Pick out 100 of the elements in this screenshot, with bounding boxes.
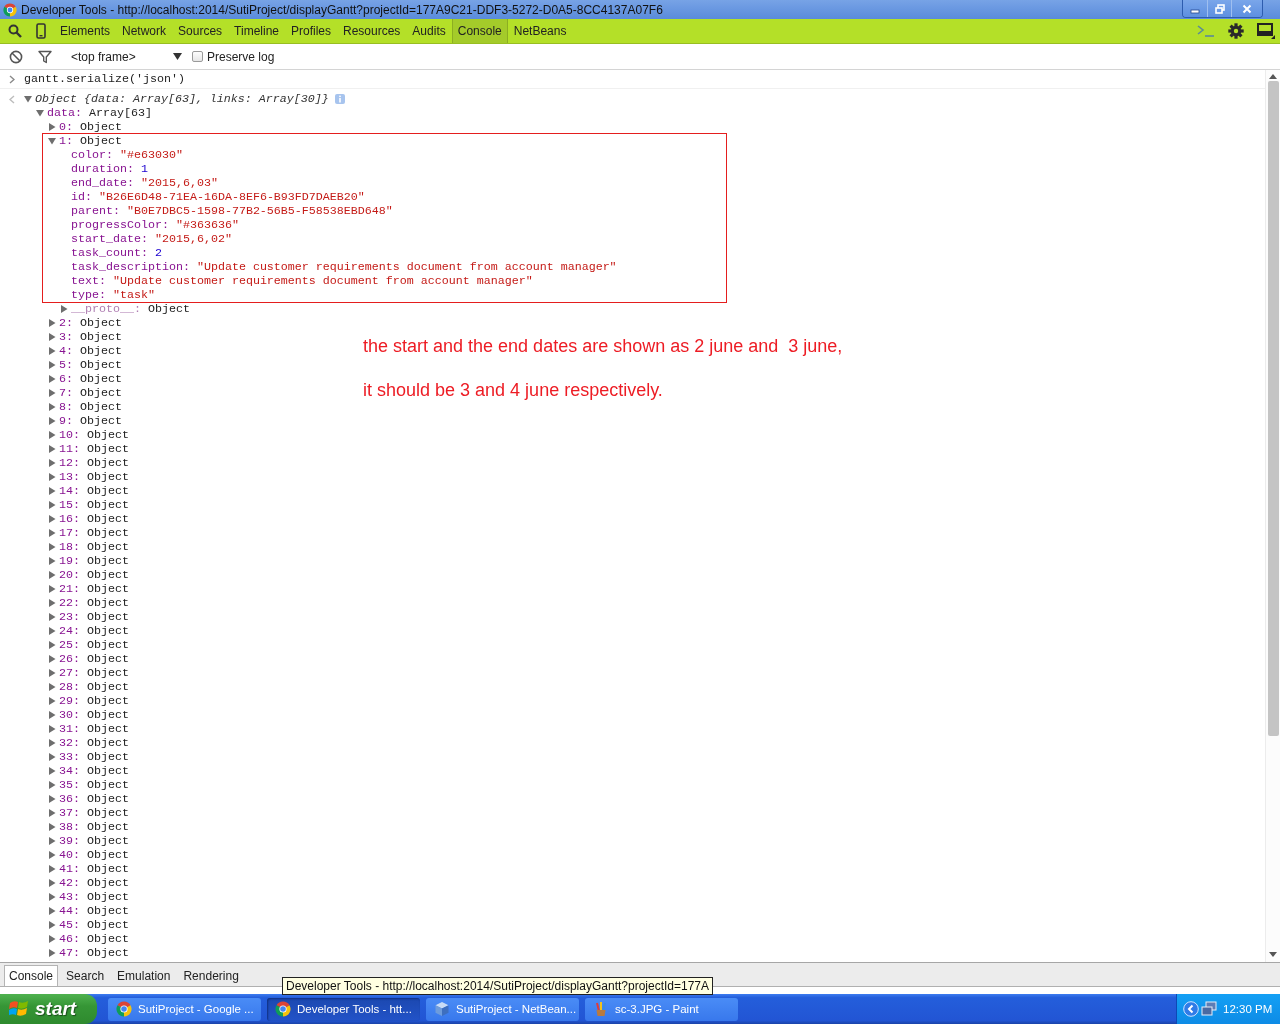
clear-icon[interactable]	[9, 49, 23, 64]
panel-tab[interactable]: Console	[451, 19, 508, 43]
disclosure-triangle-icon[interactable]	[48, 767, 56, 775]
disclosure-triangle-icon[interactable]	[48, 641, 56, 649]
disclosure-triangle-icon[interactable]	[48, 599, 56, 607]
disclosure-triangle-icon[interactable]	[48, 319, 56, 327]
disclosure-triangle-icon[interactable]	[48, 739, 56, 747]
disclosure-triangle-icon[interactable]	[48, 445, 56, 453]
disclosure-triangle-icon[interactable]	[48, 893, 56, 901]
disclosure-triangle-icon[interactable]	[48, 459, 56, 467]
disclosure-triangle-icon[interactable]	[48, 865, 56, 873]
taskbar-button[interactable]: Developer Tools - htt...	[267, 997, 420, 1021]
scroll-down-arrow-icon[interactable]	[1269, 952, 1277, 957]
property-key: 35:	[59, 778, 80, 792]
panel-tab[interactable]: NetBeans	[507, 19, 573, 43]
property-value: Object	[80, 120, 122, 134]
disclosure-triangle-icon[interactable]	[48, 921, 56, 929]
disclosure-triangle-icon[interactable]	[48, 571, 56, 579]
property-key: 11:	[59, 442, 80, 456]
panel-tab[interactable]: Profiles	[285, 19, 337, 43]
disclosure-triangle-icon[interactable]	[48, 627, 56, 635]
disclosure-triangle-icon[interactable]	[48, 123, 56, 131]
phone-icon[interactable]	[36, 23, 46, 39]
network-icon[interactable]	[1201, 1001, 1217, 1017]
panel-tab[interactable]: Resources	[337, 19, 407, 43]
property-value: Object	[87, 568, 129, 582]
frame-selector[interactable]: <top frame>	[65, 46, 186, 67]
property-key: start_date:	[71, 232, 148, 246]
disclosure-triangle-icon[interactable]	[48, 697, 56, 705]
panel-tab[interactable]: Audits	[406, 19, 452, 43]
disclosure-triangle-icon[interactable]	[48, 809, 56, 817]
disclosure-triangle-icon[interactable]	[48, 473, 56, 481]
disclosure-triangle-icon[interactable]	[48, 753, 56, 761]
disclosure-triangle-icon[interactable]	[48, 501, 56, 509]
disclosure-triangle-icon[interactable]	[48, 543, 56, 551]
disclosure-triangle-icon[interactable]	[48, 347, 56, 355]
taskbar-button[interactable]: SutiProject - Google ...	[108, 997, 261, 1021]
disclosure-triangle-icon[interactable]	[48, 403, 56, 411]
filter-icon[interactable]	[38, 49, 52, 64]
disclosure-triangle-icon[interactable]	[48, 529, 56, 537]
disclosure-triangle-icon[interactable]	[48, 879, 56, 887]
disclosure-triangle-icon[interactable]	[48, 137, 56, 145]
scroll-up-arrow-icon[interactable]	[1269, 74, 1277, 79]
disclosure-triangle-icon[interactable]	[48, 431, 56, 439]
panel-tab[interactable]: Elements	[54, 19, 117, 43]
annotation-note: it should be 3 and 4 june respectively.	[363, 379, 663, 401]
disclosure-triangle-icon[interactable]	[48, 781, 56, 789]
panel-tab[interactable]: Timeline	[228, 19, 285, 43]
scrollbar[interactable]	[1265, 70, 1280, 962]
disclosure-triangle-icon[interactable]	[48, 669, 56, 677]
preserve-log-checkbox[interactable]	[192, 51, 203, 62]
disclosure-triangle-icon[interactable]	[48, 949, 56, 957]
property-value: 1	[140, 162, 148, 176]
disclosure-triangle-icon[interactable]	[36, 109, 44, 117]
preserve-log-label[interactable]: Preserve log	[207, 49, 275, 64]
property-key: 26:	[59, 652, 80, 666]
disclosure-triangle-icon[interactable]	[48, 935, 56, 943]
property-key: 4:	[59, 344, 73, 358]
disclosure-triangle-icon[interactable]	[48, 837, 56, 845]
disclosure-triangle-icon[interactable]	[24, 95, 32, 103]
disclosure-triangle-icon[interactable]	[48, 683, 56, 691]
disclosure-triangle-icon[interactable]	[48, 585, 56, 593]
disclosure-triangle-icon[interactable]	[48, 487, 56, 495]
disclosure-triangle-icon[interactable]	[48, 375, 56, 383]
property-key: 44:	[59, 904, 80, 918]
panel-tab[interactable]: Network	[116, 19, 173, 43]
disclosure-triangle-icon[interactable]	[48, 613, 56, 621]
property-value: "B0E7DBC5-1598-77B2-56B5-F58538EBD648"	[126, 204, 393, 218]
disclosure-triangle-icon[interactable]	[60, 305, 68, 313]
disclosure-triangle-icon[interactable]	[48, 333, 56, 341]
property-key: 37:	[59, 806, 80, 820]
chevron-left-icon[interactable]	[1183, 1001, 1199, 1017]
disclosure-triangle-icon[interactable]	[48, 417, 56, 425]
disclosure-triangle-icon[interactable]	[48, 823, 56, 831]
dock-icon[interactable]	[1257, 23, 1275, 39]
disclosure-triangle-icon[interactable]	[48, 389, 56, 397]
disclosure-triangle-icon[interactable]	[48, 795, 56, 803]
settings-icon[interactable]	[1228, 23, 1244, 39]
drawer-tab[interactable]: Console	[4, 965, 59, 986]
drawer-tab[interactable]: Search	[61, 965, 110, 986]
disclosure-triangle-icon[interactable]	[48, 361, 56, 369]
caret-icon	[173, 53, 182, 60]
drawer-tab[interactable]: Rendering	[178, 965, 244, 986]
property-key: 28:	[59, 680, 80, 694]
disclosure-triangle-icon[interactable]	[48, 725, 56, 733]
disclosure-triangle-icon[interactable]	[48, 515, 56, 523]
drawer-tab[interactable]: Emulation	[112, 965, 176, 986]
close-button[interactable]	[1231, 0, 1262, 17]
taskbar-button[interactable]: SutiProject - NetBean...	[426, 997, 579, 1021]
start-button[interactable]: start	[0, 994, 97, 1024]
panel-tab[interactable]: Sources	[172, 19, 229, 43]
restore-button[interactable]	[1207, 0, 1231, 17]
disclosure-triangle-icon[interactable]	[48, 557, 56, 565]
disclosure-triangle-icon[interactable]	[48, 711, 56, 719]
taskbar-button[interactable]: sc-3.JPG - Paint	[585, 997, 738, 1021]
disclosure-triangle-icon[interactable]	[48, 851, 56, 859]
disclosure-triangle-icon[interactable]	[48, 907, 56, 915]
disclosure-triangle-icon[interactable]	[48, 655, 56, 663]
search-icon[interactable]	[8, 24, 22, 38]
scrollbar-thumb[interactable]	[1267, 81, 1279, 736]
